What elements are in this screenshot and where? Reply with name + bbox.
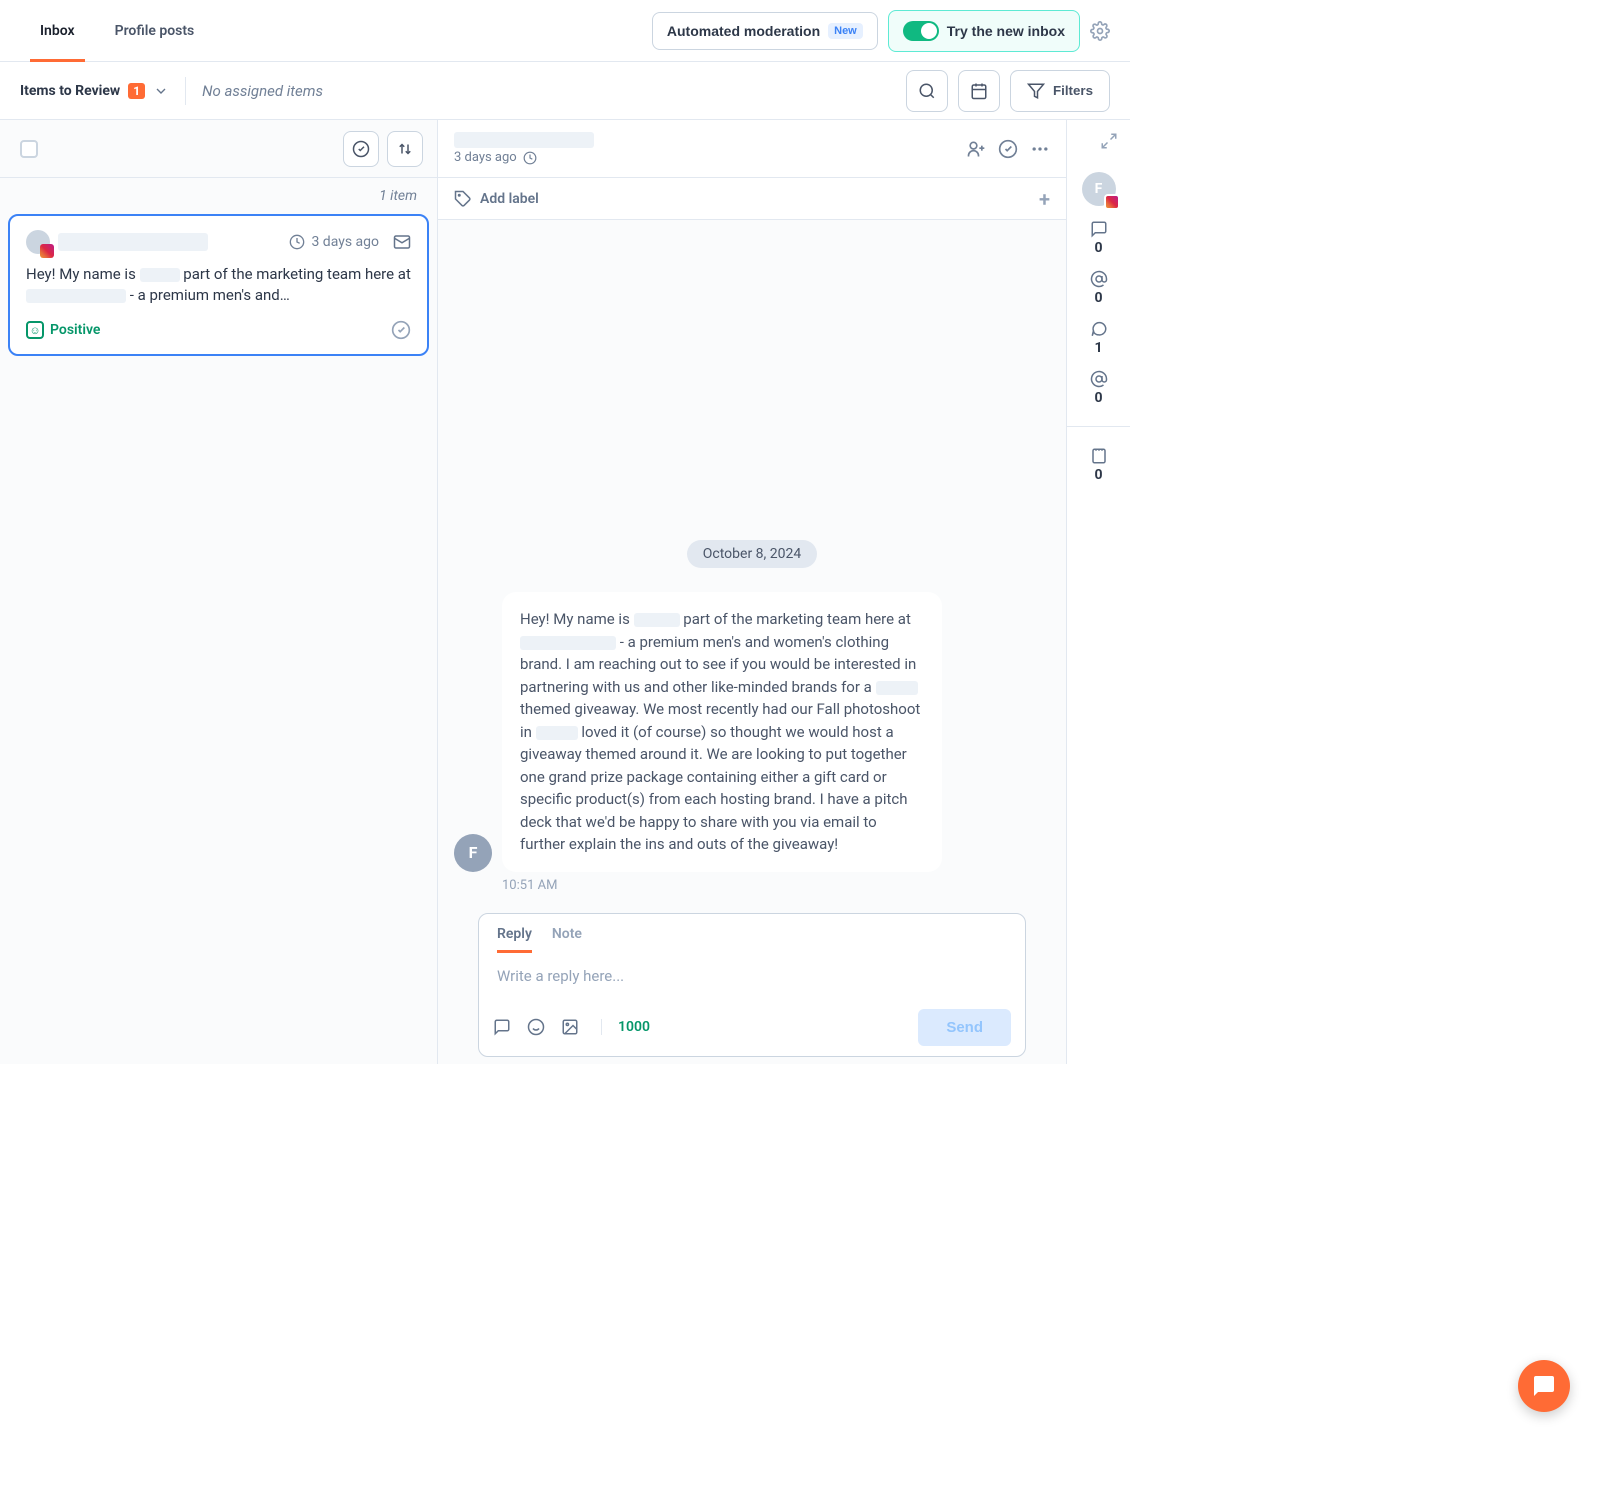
reply-tab[interactable]: Reply <box>497 926 532 953</box>
char-count: 1000 <box>601 1019 650 1035</box>
saved-replies-icon[interactable] <box>493 1018 511 1036</box>
rail-comments[interactable]: 0 <box>1090 220 1108 256</box>
chat-bubble-icon <box>1532 1374 1556 1398</box>
detail-column: 3 days ago Add label + October 8, 2024 <box>438 120 1066 1064</box>
rail-mentions[interactable]: 0 <box>1090 270 1108 306</box>
review-count-badge: 1 <box>128 83 145 99</box>
right-rail: F 0 0 1 0 0 <box>1066 120 1130 1064</box>
rail-avatar[interactable]: F <box>1082 172 1116 206</box>
chat-fab[interactable] <box>1518 1360 1570 1412</box>
list-item[interactable]: 3 days ago Hey! My name is part of the m… <box>8 214 429 356</box>
instagram-badge-icon <box>1104 194 1120 210</box>
card-check-icon[interactable] <box>391 320 411 340</box>
at-icon <box>1090 270 1108 288</box>
tab-inbox[interactable]: Inbox <box>20 0 95 62</box>
search-button[interactable] <box>906 70 948 112</box>
at-icon <box>1090 370 1108 388</box>
calendar-icon <box>970 82 988 100</box>
smile-icon: ☺ <box>26 321 44 339</box>
expand-icon[interactable] <box>1100 132 1118 150</box>
add-label-text[interactable]: Add label <box>480 191 539 207</box>
chevron-down-icon <box>153 83 169 99</box>
conversation-body: October 8, 2024 F Hey! My name is part o… <box>438 220 1066 1064</box>
toggle-icon[interactable] <box>903 21 939 41</box>
check-circle-icon <box>352 140 370 158</box>
list-toolbar <box>0 120 437 178</box>
mark-done-button[interactable] <box>343 131 379 167</box>
rail-notes[interactable]: 0 <box>1090 447 1108 483</box>
comment-icon <box>1090 220 1108 238</box>
more-icon[interactable] <box>1030 139 1050 159</box>
emoji-icon[interactable] <box>527 1018 545 1036</box>
message-row: F Hey! My name is part of the marketing … <box>454 592 1050 872</box>
sentiment-positive: ☺ Positive <box>26 321 100 339</box>
message-bubble: Hey! My name is part of the marketing te… <box>502 592 942 872</box>
try-new-inbox-button[interactable]: Try the new inbox <box>888 10 1080 52</box>
clock-icon <box>523 151 537 165</box>
calendar-button[interactable] <box>958 70 1000 112</box>
card-time: 3 days ago <box>311 234 379 250</box>
image-icon[interactable] <box>561 1018 579 1036</box>
tag-icon <box>454 190 472 208</box>
dm-icon <box>1090 320 1108 338</box>
add-label-plus-icon[interactable]: + <box>1039 187 1050 211</box>
rail-tags[interactable]: 0 <box>1090 370 1108 406</box>
reply-input[interactable]: Write a reply here... <box>479 953 1025 999</box>
avatar <box>26 230 50 254</box>
tab-profile-posts[interactable]: Profile posts <box>95 0 215 62</box>
sort-button[interactable] <box>387 131 423 167</box>
try-new-inbox-label: Try the new inbox <box>947 23 1065 39</box>
list-column: 1 item 3 days ago Hey! My name is part o… <box>0 120 438 1064</box>
filters-label: Filters <box>1053 83 1093 98</box>
select-all-checkbox[interactable] <box>20 140 38 158</box>
filters-button[interactable]: Filters <box>1010 70 1110 112</box>
no-assigned-text: No assigned items <box>202 82 323 100</box>
detail-time: 3 days ago <box>454 150 517 165</box>
clock-icon <box>289 234 305 250</box>
detail-header: 3 days ago <box>438 120 1066 178</box>
send-button[interactable]: Send <box>918 1009 1011 1046</box>
settings-icon[interactable] <box>1090 21 1110 41</box>
automated-moderation-button[interactable]: Automated moderation New <box>652 12 878 50</box>
subheader: Items to Review 1 No assigned items Filt… <box>0 62 1130 120</box>
label-bar: Add label + <box>438 178 1066 220</box>
detail-username-redacted <box>454 132 594 148</box>
instagram-badge-icon <box>40 244 54 258</box>
rail-dms[interactable]: 1 <box>1090 320 1108 356</box>
message-avatar: F <box>454 834 492 872</box>
username-redacted <box>58 233 208 251</box>
main-tabs: Inbox Profile posts <box>20 0 214 62</box>
mail-icon <box>393 233 411 251</box>
assign-user-icon[interactable] <box>966 139 986 159</box>
new-badge: New <box>828 23 863 39</box>
divider <box>185 77 186 105</box>
sort-icon <box>396 140 414 158</box>
card-preview-text: Hey! My name is part of the marketing te… <box>26 264 411 306</box>
note-tab[interactable]: Note <box>552 926 582 953</box>
search-icon <box>918 82 936 100</box>
message-time: 10:51 AM <box>502 878 1050 893</box>
items-to-review-label: Items to Review <box>20 83 120 99</box>
items-to-review-dropdown[interactable]: Items to Review 1 <box>20 83 169 99</box>
filter-icon <box>1027 82 1045 100</box>
note-icon <box>1090 447 1108 465</box>
check-icon[interactable] <box>998 139 1018 159</box>
automated-moderation-label: Automated moderation <box>667 23 820 39</box>
composer: Reply Note Write a reply here... 1000 Se… <box>478 913 1026 1057</box>
date-pill: October 8, 2024 <box>687 540 817 568</box>
top-navigation: Inbox Profile posts Automated moderation… <box>0 0 1130 62</box>
item-count: 1 item <box>0 178 437 214</box>
